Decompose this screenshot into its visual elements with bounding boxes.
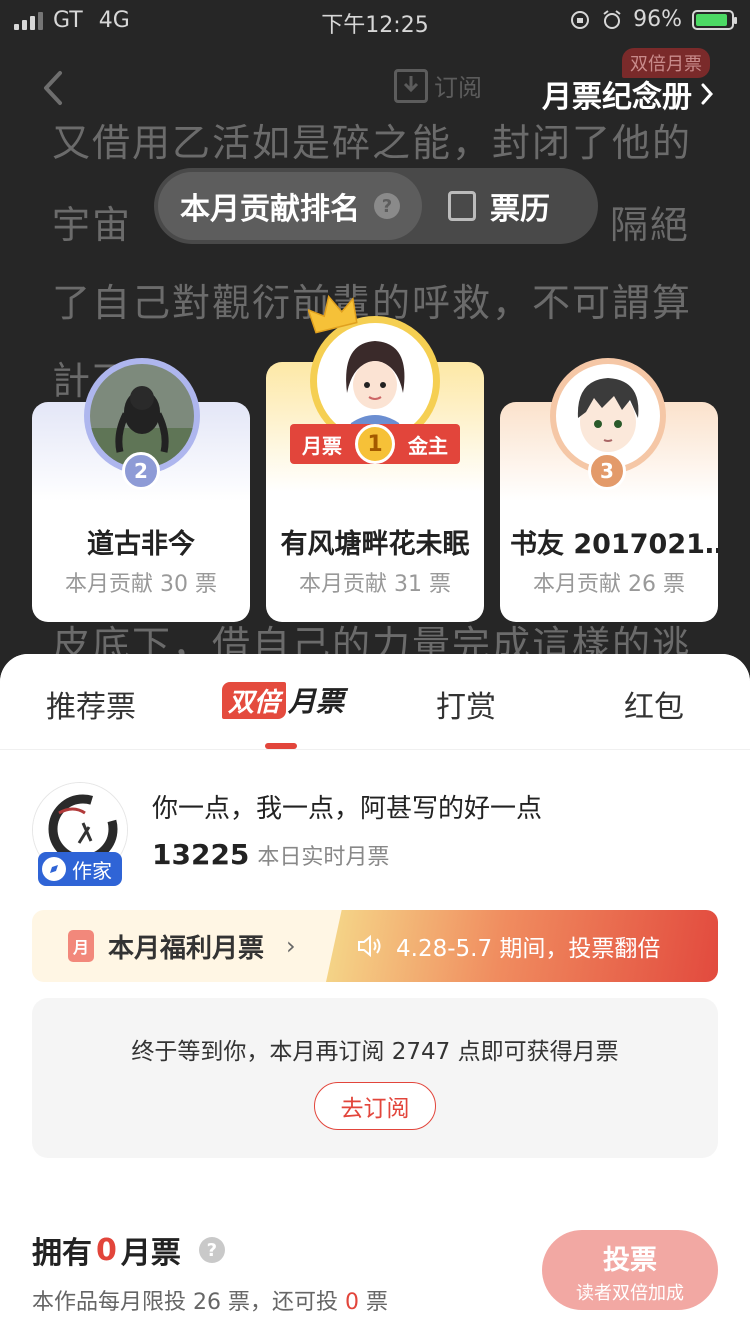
battery-percent: 96% [633, 7, 682, 32]
ribbon-left-label: 月票 [302, 433, 342, 458]
background-text-line: 隔絕 [610, 203, 691, 247]
go-subscribe-button[interactable]: 去订阅 [314, 1082, 436, 1130]
subscribe-label: 订阅 [434, 74, 482, 102]
vote-button[interactable]: 投票 读者双倍加成 [542, 1230, 718, 1310]
rank-medal-first: 1 [355, 424, 395, 464]
limit-remaining: 0 [344, 1290, 359, 1315]
rank-name: 道古非今 [87, 529, 195, 560]
rank-contribution: 本月贡献 31 票 [299, 572, 451, 597]
status-bar: GT 4G 下午12:25 96% [0, 0, 750, 40]
tab-reward[interactable]: 打赏 [436, 682, 496, 726]
calendar-icon [448, 191, 476, 221]
rank-contribution: 本月贡献 26 票 [533, 572, 685, 597]
tab-active-indicator [265, 743, 297, 749]
subscribe-prompt: 终于等到你，本月再订阅 2747 点即可获得月票 去订阅 [32, 998, 718, 1158]
vote-button-sublabel: 读者双倍加成 [576, 1283, 684, 1304]
subscribe-button[interactable]: 订阅 [394, 68, 482, 103]
chevron-right-icon: › [286, 932, 296, 960]
double-badge: 双倍 [222, 681, 287, 719]
subscribe-prompt-message: 终于等到你，本月再订阅 2747 点即可获得月票 [131, 1039, 619, 1065]
subscribe-icon [394, 68, 428, 103]
ranking-segment-control: 本月贡献排名 ? 票历 [154, 168, 598, 244]
welfare-title: 本月福利月票 [108, 933, 265, 964]
ribbon-right-label: 金主 [408, 433, 448, 458]
segment-active-label: 本月贡献排名 [180, 192, 360, 227]
segment-other-label: 票历 [490, 192, 550, 227]
author-message: 你一点，我一点，阿甚写的好一点 [152, 794, 543, 824]
monthly-label: 月票 [288, 685, 345, 718]
help-icon[interactable]: ? [198, 1237, 225, 1263]
album-label: 月票纪念册 [542, 80, 692, 115]
speaker-icon [358, 934, 381, 958]
limit-prefix: 本作品每月限投 26 票，还可投 [32, 1290, 338, 1315]
help-icon[interactable]: ? [374, 193, 400, 219]
rank-name: 有风塘畔花未眠 [280, 529, 470, 560]
owned-suffix: 月票 [120, 1236, 181, 1271]
back-arrow-icon[interactable] [38, 70, 68, 106]
crown-icon [308, 294, 358, 334]
rank-name: 书友 2017021… [510, 529, 718, 560]
ticket-tabs: 推荐票 双倍 月票 打赏 红包 [0, 654, 750, 750]
monthly-ticket-icon: 月 [68, 930, 94, 962]
background-text-line: 又借用乙活如是碎之能，封闭了他的 [52, 121, 693, 165]
welfare-banner[interactable]: 月 本月福利月票 › 4.28-5.7 期间，投票翻倍 [32, 910, 718, 982]
tab-monthly-contribution-ranking[interactable]: 本月贡献排名 ? [158, 172, 422, 240]
rank-medal-third: 3 [588, 452, 626, 490]
owned-prefix: 拥有 [32, 1236, 92, 1271]
battery-icon [692, 9, 737, 30]
daily-ticket-count: 13225 本日实时月票 [152, 838, 389, 871]
rank-contribution: 本月贡献 30 票 [65, 572, 217, 597]
compass-icon [42, 857, 66, 881]
vote-button-label: 投票 [603, 1245, 657, 1276]
daily-ticket-label: 本日实时月票 [257, 845, 390, 870]
ticket-sheet: 推荐票 双倍 月票 打赏 红包 作家 你一点，我一点，阿甚写的好一点 13225… [0, 654, 750, 1334]
vote-limit: 本作品每月限投 26 票，还可投 0 票 [32, 1284, 388, 1316]
author-badge-label: 作家 [72, 858, 112, 883]
limit-suffix: 票 [365, 1290, 388, 1315]
alarm-icon [603, 9, 621, 29]
owned-tickets: 拥有 0 月票 ? [32, 1228, 225, 1272]
owned-count: 0 [96, 1232, 117, 1268]
tab-red-packet[interactable]: 红包 [624, 682, 684, 726]
chevron-right-icon [701, 83, 714, 105]
rotation-lock-icon [571, 10, 590, 29]
tab-monthly-ticket[interactable]: 双倍 月票 [222, 680, 344, 720]
author-badge: 作家 [38, 852, 122, 886]
monthly-ticket-album-link[interactable]: 月票纪念册 [542, 72, 714, 116]
tab-recommend-ticket[interactable]: 推荐票 [46, 682, 136, 726]
rank-medal-second: 2 [122, 452, 160, 490]
daily-ticket-number: 13225 [152, 838, 250, 871]
tab-ticket-history[interactable]: 票历 [448, 184, 550, 228]
welfare-promo: 4.28-5.7 期间，投票翻倍 [396, 936, 661, 962]
background-text-line: 宇宙 [52, 203, 133, 247]
